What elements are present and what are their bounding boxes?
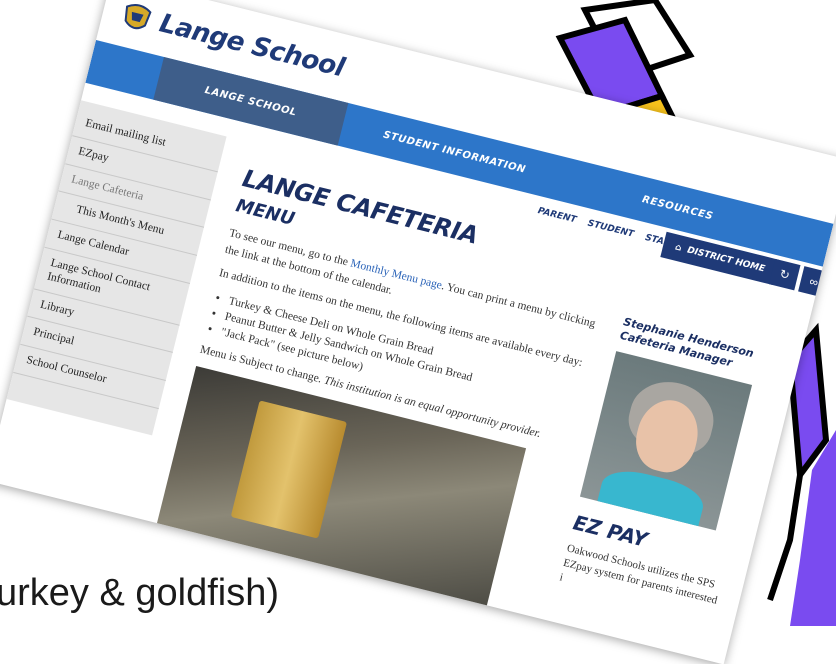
district-home-label: DISTRICT HOME — [685, 245, 766, 275]
school-crest-icon — [124, 4, 152, 30]
home-icon: ⌂ — [673, 242, 683, 254]
parent-link[interactable]: PARENT — [537, 206, 578, 225]
refresh-icon: ↻ — [778, 266, 792, 283]
student-link[interactable]: STUDENT — [587, 219, 635, 240]
translate-button[interactable]: ↻ — [768, 258, 801, 291]
staff-photo — [580, 350, 753, 531]
jack-pack-package — [230, 400, 348, 539]
nav-tab-student-information[interactable]: STUDENT INFORMATION — [338, 103, 572, 201]
slide-caption: urkey & goldfish) — [0, 572, 280, 614]
